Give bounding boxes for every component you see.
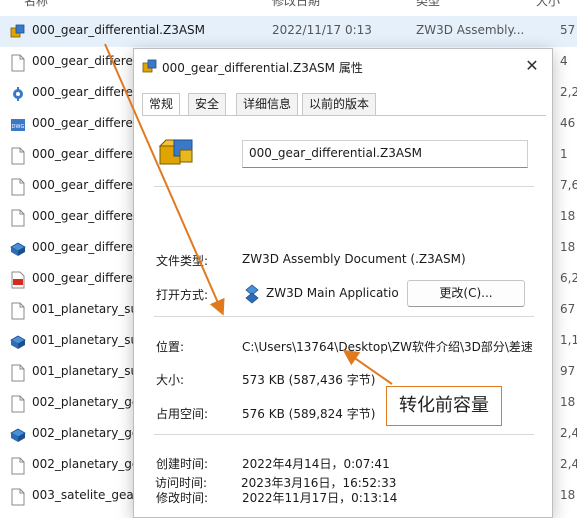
file-name: 000_gear_differer xyxy=(32,116,138,130)
divider xyxy=(154,316,534,317)
file-name: 003_satelite_gear xyxy=(32,488,139,502)
gear-file-icon xyxy=(13,87,23,101)
dwg-file-icon: DWG xyxy=(11,119,25,131)
tab-security[interactable]: 安全 xyxy=(188,93,227,115)
file-name: 001_planetary_sur xyxy=(32,302,144,316)
zw3d-app-icon xyxy=(245,284,259,304)
accessed-label: 访问时间: xyxy=(155,476,208,490)
accessed-value: 2023年3月16日，16:52:33 xyxy=(241,476,397,490)
file-name: 002_planetary_ge xyxy=(32,395,140,409)
file-size: 46 xyxy=(560,116,576,130)
file-size: 2,48 xyxy=(560,457,577,471)
close-icon[interactable]: ✕ xyxy=(518,53,546,79)
file-size: 57 xyxy=(560,23,576,37)
file-size: 18 xyxy=(560,395,576,409)
file-size: 4 xyxy=(560,54,568,68)
file-name: 001_planetary_sur xyxy=(32,364,144,378)
part-file-icon xyxy=(10,335,26,349)
created-value: 2022年4月14日，0:07:41 xyxy=(242,457,390,471)
file-name: 000_gear_differer xyxy=(32,85,138,99)
annotation-callout: 转化前容量 xyxy=(386,386,502,426)
pdf-file-icon xyxy=(11,271,25,289)
file-size: 1 xyxy=(560,147,568,161)
column-header-date[interactable]: 修改日期 xyxy=(272,0,320,9)
modified-label: 修改时间: xyxy=(156,491,209,505)
size-value: 573 KB (587,436 字节) xyxy=(242,373,376,387)
file-size: 18 xyxy=(560,488,576,502)
file-size: 2,48 xyxy=(560,426,577,440)
file-name: 001_planetary_sur xyxy=(32,333,144,347)
file-name: 000_gear_differer xyxy=(32,209,138,223)
column-header-size[interactable]: 大小 xyxy=(536,0,560,9)
file-type: ZW3D Assembly... xyxy=(416,23,525,37)
file-name: 000_gear_differer xyxy=(32,54,138,68)
blank-file-icon xyxy=(11,488,25,506)
open-with-label: 打开方式: xyxy=(156,288,209,302)
file-size: 97 xyxy=(560,364,576,378)
file-size: 67 xyxy=(560,302,576,316)
assembly-file-icon xyxy=(10,24,25,38)
tab-details[interactable]: 详细信息 xyxy=(236,93,299,115)
location-value: C:\Users\13764\Desktop\ZW软件介绍\3D部分\差速 xyxy=(242,340,532,354)
file-type-value: ZW3D Assembly Document (.Z3ASM) xyxy=(242,252,466,266)
file-name: 000_gear_differer xyxy=(32,178,138,192)
disk-size-value: 576 KB (589,824 字节) xyxy=(242,407,376,421)
location-label: 位置: xyxy=(156,340,185,354)
tab-general[interactable]: 常规 xyxy=(142,93,181,116)
file-name: 002_planetary_ge xyxy=(32,426,140,440)
blank-file-icon xyxy=(11,54,25,72)
file-name: 000_gear_differer xyxy=(32,271,138,285)
modified-value: 2022年11月17日，0:13:14 xyxy=(242,491,398,505)
file-size: 18 xyxy=(560,240,576,254)
file-name: 002_planetary_ge xyxy=(32,457,140,471)
file-name: 000_gear_differer xyxy=(32,147,138,161)
blank-file-icon xyxy=(11,147,25,165)
file-name: 000_gear_differential.Z3ASM xyxy=(32,23,206,37)
disk-size-label: 占用空间: xyxy=(156,407,209,421)
tab-previous-versions[interactable]: 以前的版本 xyxy=(302,93,377,115)
open-with-value: ZW3D Main Applicatio xyxy=(266,286,399,300)
file-size: 2,21 xyxy=(560,85,577,99)
blank-file-icon xyxy=(11,364,25,382)
file-size: 7,60 xyxy=(560,178,577,192)
part-file-icon xyxy=(10,242,26,256)
blank-file-icon xyxy=(11,302,25,320)
file-date: 2022/11/17 0:13 xyxy=(272,23,372,37)
blank-file-icon xyxy=(11,178,25,196)
file-name-field[interactable]: 000_gear_differential.Z3ASM xyxy=(242,140,528,168)
change-button[interactable]: 更改(C)... xyxy=(407,280,525,307)
column-header-name[interactable]: 名称 xyxy=(24,0,48,9)
file-size: 1,15 xyxy=(560,333,577,347)
divider xyxy=(154,186,534,187)
svg-text:DWG: DWG xyxy=(12,124,25,130)
blank-file-icon xyxy=(11,209,25,227)
file-size: 18 xyxy=(560,209,576,223)
part-file-icon xyxy=(10,428,26,442)
column-header-type[interactable]: 类型 xyxy=(416,0,440,9)
properties-dialog: 000_gear_differential.Z3ASM 属性 ✕ 常规 安全 详… xyxy=(133,48,553,518)
general-panel: 000_gear_differential.Z3ASM 文件类型: ZW3D A… xyxy=(142,115,546,515)
file-row-selected[interactable]: 000_gear_differential.Z3ASM 2022/11/17 0… xyxy=(0,16,577,47)
file-size: 6,23 xyxy=(560,271,577,285)
file-type-label: 文件类型: xyxy=(156,254,209,268)
created-label: 创建时间: xyxy=(156,457,209,471)
assembly-file-icon xyxy=(158,139,193,165)
dialog-title: 000_gear_differential.Z3ASM 属性 xyxy=(162,61,363,75)
blank-file-icon xyxy=(11,457,25,475)
blank-file-icon xyxy=(11,395,25,413)
file-name: 000_gear_differer xyxy=(32,240,138,254)
explorer-header: 名称 修改日期 类型 大小 xyxy=(0,0,577,9)
size-label: 大小: xyxy=(156,373,185,387)
divider xyxy=(154,434,534,435)
assembly-file-icon xyxy=(142,59,157,73)
